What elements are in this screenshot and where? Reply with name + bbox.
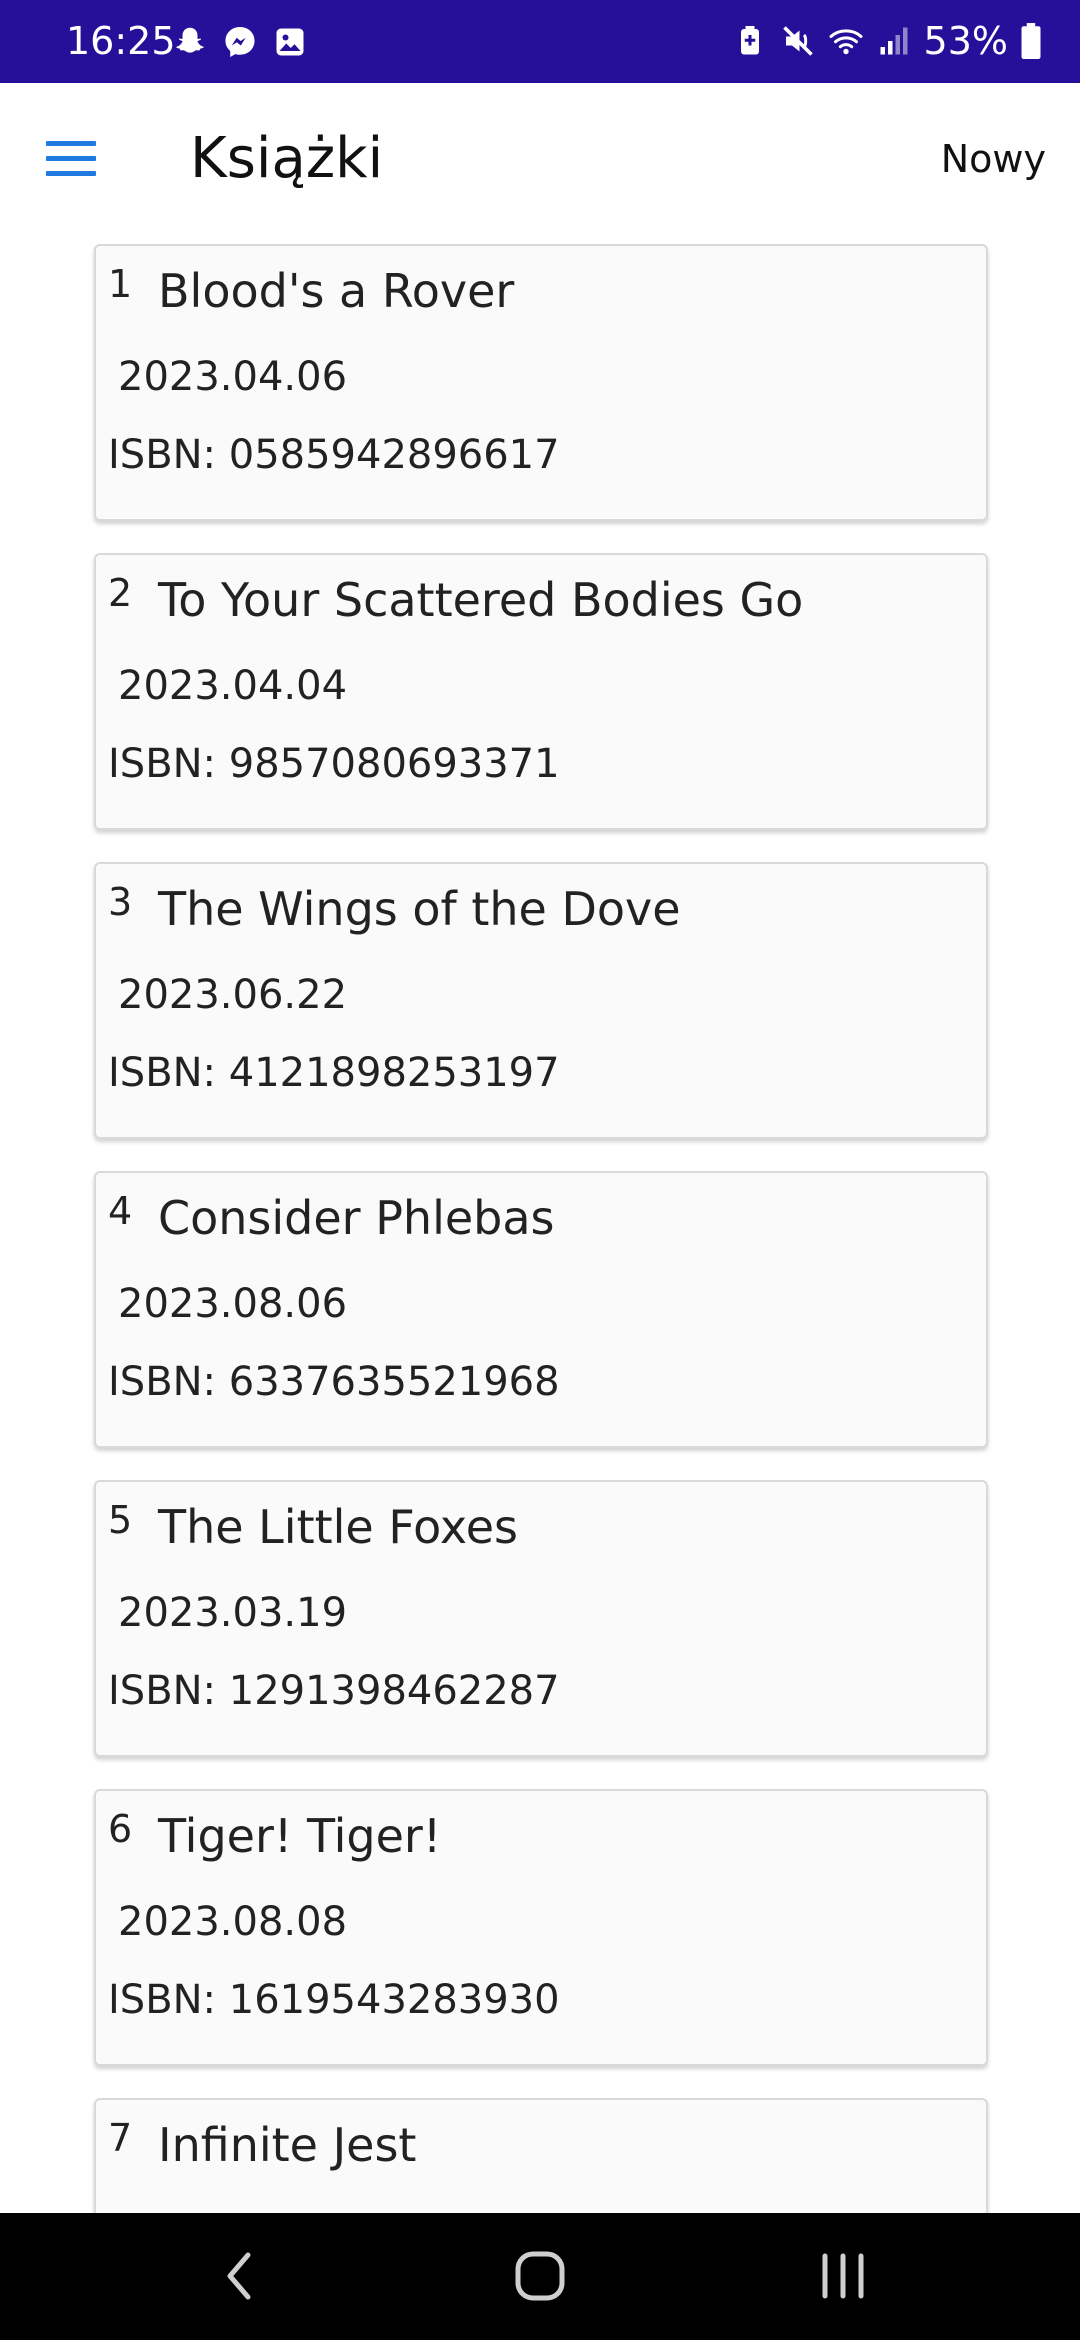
book-date: 2023.08.06	[118, 1281, 348, 1327]
status-bar: 16:25 53%	[0, 0, 1080, 83]
book-number: 7	[108, 2116, 133, 2160]
battery-percent: 53%	[923, 19, 1008, 63]
book-title: Tiger! Tiger!	[158, 1809, 442, 1863]
book-title: Blood's a Rover	[158, 264, 515, 318]
book-date: 2023.04.06	[118, 354, 348, 400]
book-number: 6	[108, 1807, 133, 1851]
book-isbn: ISBN: 1619543283930	[108, 1977, 560, 2023]
book-card[interactable]: 7 Infinite Jest	[94, 2098, 988, 2213]
navigation-bar	[0, 2213, 1080, 2340]
book-number: 5	[108, 1498, 133, 1542]
snapchat-icon	[176, 27, 204, 53]
back-icon[interactable]	[200, 2241, 280, 2311]
status-time: 16:25	[66, 19, 176, 63]
book-isbn: ISBN: 1291398462287	[108, 1668, 560, 1714]
book-date: 2023.08.08	[118, 1899, 348, 1945]
menu-icon-line	[46, 156, 96, 161]
book-card[interactable]: 5 The Little Foxes 2023.03.19 ISBN: 1291…	[94, 1480, 988, 1757]
book-date: 2023.04.04	[118, 663, 348, 709]
wifi-icon	[829, 29, 863, 55]
book-card[interactable]: 1 Blood's a Rover 2023.04.06 ISBN: 05859…	[94, 244, 988, 521]
book-number: 2	[108, 571, 133, 615]
page-title: Książki	[190, 126, 384, 191]
recents-icon[interactable]	[803, 2241, 883, 2311]
signal-icon	[880, 27, 908, 55]
book-date: 2023.03.19	[118, 1590, 348, 1636]
book-title: The Little Foxes	[158, 1500, 518, 1554]
notification-icons	[172, 22, 308, 62]
book-card[interactable]: 6 Tiger! Tiger! 2023.08.08 ISBN: 1619543…	[94, 1789, 988, 2066]
book-isbn: ISBN: 0585942896617	[108, 432, 560, 478]
home-icon[interactable]	[500, 2241, 580, 2311]
app-bar: Książki Nowy	[0, 83, 1080, 233]
new-button[interactable]: Nowy	[941, 131, 1046, 187]
gallery-icon	[276, 28, 304, 56]
book-number: 3	[108, 880, 133, 924]
screen: 16:25 53% Książki Nowy 1 Blood's a Rover…	[0, 0, 1080, 2340]
battery-saver-icon	[740, 26, 759, 55]
book-isbn: ISBN: 4121898253197	[108, 1050, 560, 1096]
book-date: 2023.06.22	[118, 972, 348, 1018]
mute-icon	[782, 26, 813, 56]
book-card[interactable]: 4 Consider Phlebas 2023.08.06 ISBN: 6337…	[94, 1171, 988, 1448]
book-list[interactable]: 1 Blood's a Rover 2023.04.06 ISBN: 05859…	[0, 233, 1080, 2213]
system-status-icons: 53%	[732, 18, 1042, 64]
book-title: The Wings of the Dove	[158, 882, 681, 936]
book-isbn: ISBN: 6337635521968	[108, 1359, 560, 1405]
book-title: Infinite Jest	[158, 2118, 417, 2172]
book-number: 1	[108, 262, 133, 306]
book-title: Consider Phlebas	[158, 1191, 555, 1245]
menu-icon-line	[46, 171, 96, 176]
book-title: To Your Scattered Bodies Go	[158, 573, 804, 627]
book-number: 4	[108, 1189, 133, 1233]
battery-icon	[1021, 23, 1041, 59]
messenger-icon	[225, 27, 255, 57]
menu-icon	[46, 141, 96, 146]
book-isbn: ISBN: 9857080693371	[108, 741, 560, 787]
book-card[interactable]: 3 The Wings of the Dove 2023.06.22 ISBN:…	[94, 862, 988, 1139]
menu-button[interactable]	[44, 135, 102, 181]
book-card[interactable]: 2 To Your Scattered Bodies Go 2023.04.04…	[94, 553, 988, 830]
